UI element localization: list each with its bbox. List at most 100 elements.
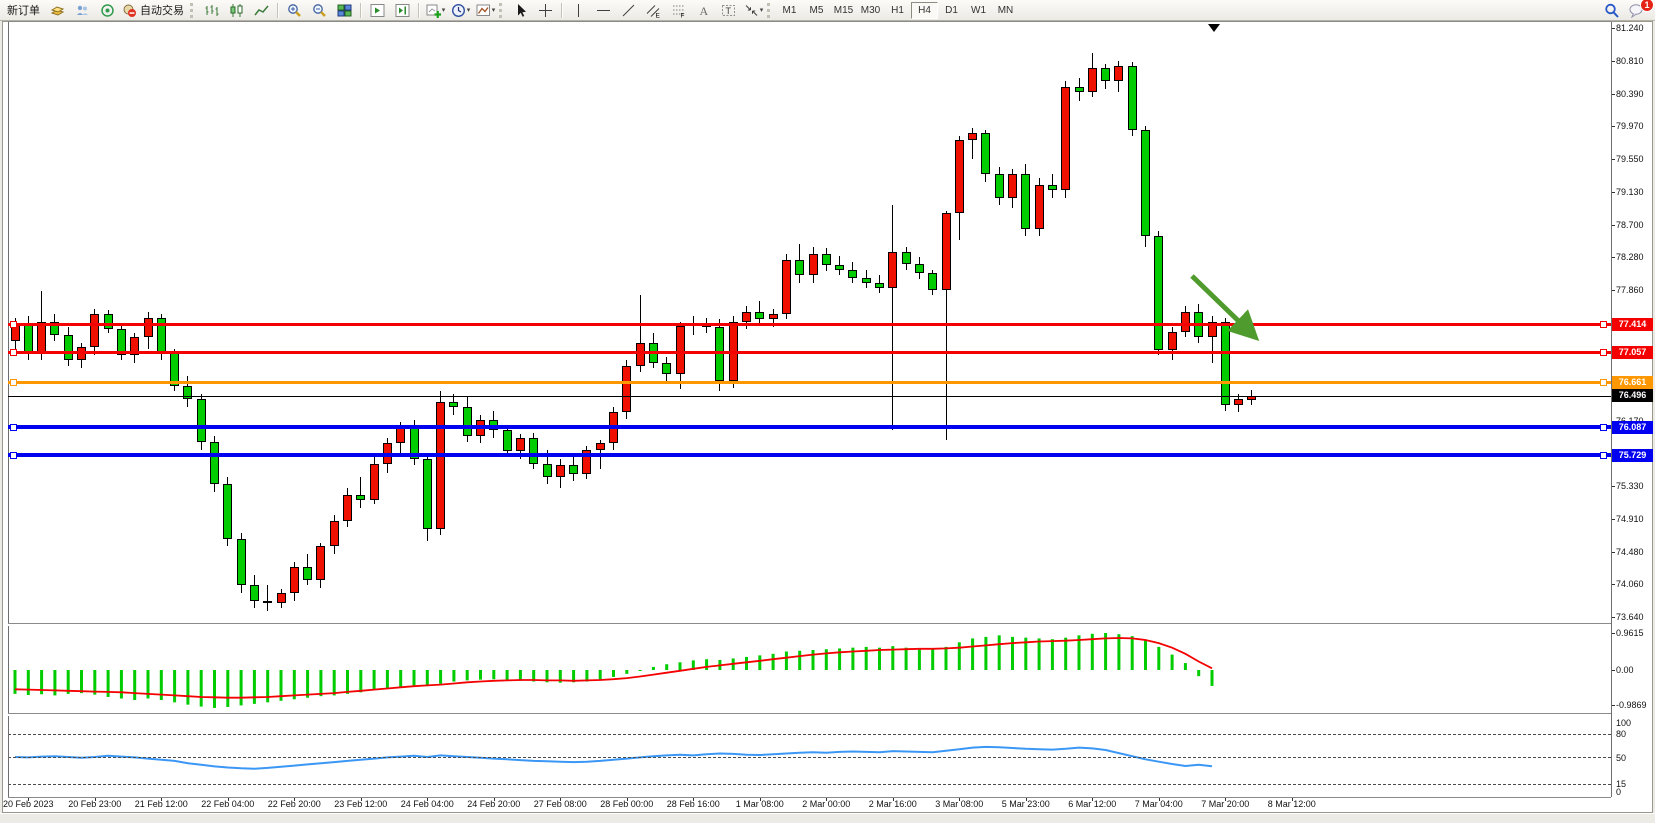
timeframe-m15-button[interactable]: M15	[830, 2, 857, 19]
line-anchor[interactable]	[10, 452, 17, 459]
candle-down	[104, 314, 113, 330]
zoom-in-button[interactable]	[282, 1, 307, 19]
label-button[interactable]: T	[716, 1, 741, 19]
timeframe-h4-button[interactable]: H4	[911, 2, 938, 19]
svg-text:E: E	[656, 12, 661, 18]
search-button[interactable]	[1599, 1, 1624, 19]
candle-down	[210, 442, 219, 485]
toolbar-drag-handle[interactable]	[767, 3, 773, 18]
trendline-button[interactable]	[616, 1, 641, 19]
status-strip	[0, 813, 1655, 823]
arrow-tools-button[interactable]: ▾	[741, 1, 766, 19]
candle-up	[1168, 332, 1177, 351]
price-axis-tick: 79.550	[1616, 154, 1644, 164]
fibonacci-button[interactable]: F	[666, 1, 691, 19]
timeframe-d1-button[interactable]: D1	[938, 2, 965, 19]
indicators-button[interactable]: ▾	[423, 1, 448, 19]
price-level-box: 77.414	[1612, 318, 1653, 331]
line-anchor[interactable]	[1600, 379, 1607, 386]
horizontal-line-75.729[interactable]	[8, 453, 1611, 457]
price-axis-tick: 73.640	[1616, 612, 1644, 622]
price-axis-tick: 80.810	[1616, 56, 1644, 66]
channel-button[interactable]: E	[641, 1, 666, 19]
candle-down	[862, 278, 871, 283]
timeframe-w1-button[interactable]: W1	[965, 2, 992, 19]
chart-shift-button[interactable]	[390, 1, 415, 19]
toolbar-drag-handle[interactable]	[499, 3, 505, 18]
chevron-down-icon: ▾	[467, 6, 471, 14]
timeframe-m5-button[interactable]: M5	[803, 2, 830, 19]
line-anchor[interactable]	[10, 424, 17, 431]
pane-separator[interactable]	[8, 21, 1611, 22]
timeframe-mn-button[interactable]: MN	[992, 2, 1019, 19]
cursor-button[interactable]	[508, 1, 533, 19]
candle-up	[809, 254, 818, 275]
market-watch-button[interactable]	[95, 1, 120, 19]
autotrade-label: 自动交易	[137, 2, 187, 18]
zoom-out-button[interactable]	[307, 1, 332, 19]
price-level-box: 76.496	[1612, 389, 1653, 402]
horizontal-line-77.057[interactable]	[8, 351, 1611, 354]
rsi-pane[interactable]	[8, 716, 1611, 797]
candle-up	[37, 322, 46, 353]
profiles-button[interactable]	[70, 1, 95, 19]
macd-plot	[8, 626, 1611, 713]
files-button[interactable]	[45, 1, 70, 19]
pane-separator[interactable]	[8, 714, 1611, 716]
timeframe-m1-button[interactable]: M1	[776, 2, 803, 19]
price-level-box: 76.087	[1612, 421, 1653, 434]
autotrade-button[interactable]: 自动交易	[120, 1, 189, 19]
templates-button[interactable]: ▾	[473, 1, 498, 19]
candle-down	[529, 438, 538, 464]
macd-axis-tick: 0.9615	[1616, 628, 1644, 638]
candle-down	[795, 260, 804, 276]
price-axis-tick: 81.240	[1616, 23, 1644, 33]
price-level-box: 75.729	[1612, 449, 1653, 462]
hline-button[interactable]	[591, 1, 616, 19]
rsi-axis-tick: 100	[1616, 718, 1631, 728]
macd-pane[interactable]	[8, 626, 1611, 713]
vline-button[interactable]	[566, 1, 591, 19]
candle-down	[64, 335, 73, 361]
candle-down	[981, 133, 990, 174]
price-chart-surface[interactable]	[8, 22, 1611, 623]
line-anchor[interactable]	[1600, 452, 1607, 459]
candle-down	[848, 270, 857, 278]
line-anchor[interactable]	[1600, 321, 1607, 328]
horizontal-line-77.414[interactable]	[8, 323, 1611, 326]
line-anchor[interactable]	[1600, 424, 1607, 431]
text-button[interactable]: A	[691, 1, 716, 19]
candle-up	[622, 366, 631, 413]
candle-up	[1008, 174, 1017, 197]
line-anchor[interactable]	[1600, 349, 1607, 356]
candle-up	[277, 593, 286, 603]
candle-up	[955, 140, 964, 214]
notification-badge: 1	[1640, 0, 1654, 12]
tile-windows-button[interactable]	[332, 1, 357, 19]
line-chart-button[interactable]	[249, 1, 274, 19]
candlestick-chart-button[interactable]	[224, 1, 249, 19]
candle-up	[77, 347, 86, 360]
line-anchor[interactable]	[10, 379, 17, 386]
candle-down	[423, 459, 432, 529]
periods-button[interactable]: ▾	[448, 1, 473, 19]
horizontal-line-76.087[interactable]	[8, 425, 1611, 429]
candle-down	[875, 283, 884, 288]
line-anchor[interactable]	[10, 349, 17, 356]
pane-separator[interactable]	[8, 624, 1611, 626]
candle-up	[330, 521, 339, 547]
candle-down	[835, 265, 844, 270]
timeframe-h1-button[interactable]: H1	[884, 2, 911, 19]
auto-scroll-button[interactable]	[365, 1, 390, 19]
timeframe-m30-button[interactable]: M30	[857, 2, 884, 19]
horizontal-line-76.661[interactable]	[8, 381, 1611, 384]
new-order-button[interactable]: 新订单	[2, 1, 45, 19]
candle-up	[370, 464, 379, 500]
rsi-level-15	[8, 784, 1611, 785]
line-anchor[interactable]	[10, 321, 17, 328]
crosshair-button[interactable]	[533, 1, 558, 19]
pane-separator[interactable]	[8, 797, 1611, 798]
chat-button[interactable]: 1	[1624, 1, 1649, 19]
bar-chart-button[interactable]	[199, 1, 224, 19]
toolbar-drag-handle[interactable]	[190, 3, 196, 18]
